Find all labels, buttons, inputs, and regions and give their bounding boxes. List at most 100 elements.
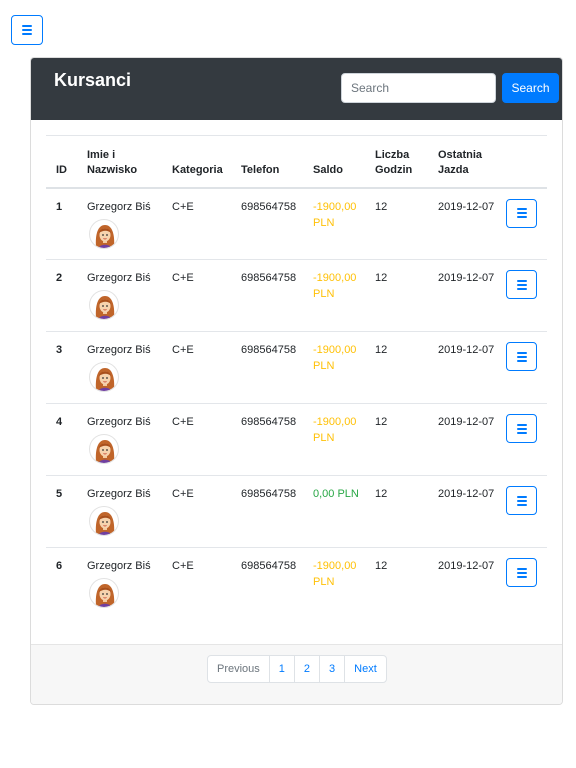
cell-hours: 12 xyxy=(365,475,428,548)
student-name: Grzegorz Biś xyxy=(87,416,151,428)
page-title: Kursanci xyxy=(54,70,132,90)
student-name: Grzegorz Biś xyxy=(87,344,151,356)
table-row: 6 Grzegorz Biś C+E 698564758 -1900,00 PL… xyxy=(46,548,547,620)
avatar xyxy=(89,290,119,320)
cell-hours: 12 xyxy=(365,187,428,260)
card-header: Kursanci Search xyxy=(31,58,562,120)
pagination: Previous 1 2 3 Next xyxy=(207,655,387,683)
row-menu-button[interactable] xyxy=(506,414,537,443)
table-row: 2 Grzegorz Biś C+E 698564758 -1900,00 PL… xyxy=(46,259,547,332)
cell-hours: 12 xyxy=(365,331,428,404)
cell-saldo: -1900,00 PLN xyxy=(313,560,357,588)
cell-last-drive: 2019-12-07 xyxy=(428,331,496,404)
cell-name: Grzegorz Biś xyxy=(77,259,162,332)
cell-hours: 12 xyxy=(365,403,428,476)
cell-last-drive: 2019-12-07 xyxy=(438,560,495,572)
student-name: Grzegorz Biś xyxy=(87,272,151,284)
table-header-row: ID Imie i Nazwisko Kategoria Telefon Sal… xyxy=(46,135,547,189)
cell-category: C+E xyxy=(162,259,231,332)
cell-saldo: -1900,00 PLN xyxy=(303,331,365,404)
cell-last-drive: 2019-12-07 xyxy=(428,187,496,260)
cell-name: Grzegorz Biś xyxy=(77,548,162,620)
table-row: 4 Grzegorz Biś C+E 698564758 -1900,00 PL… xyxy=(46,403,547,476)
cell-phone: 698564758 xyxy=(231,331,303,404)
avatar xyxy=(89,434,119,464)
cell-actions xyxy=(496,187,547,260)
hamburger-icon xyxy=(516,495,527,506)
cell-last-drive: 2019-12-07 xyxy=(428,403,496,476)
column-header-saldo: Saldo xyxy=(303,135,365,189)
row-menu-button[interactable] xyxy=(506,198,537,228)
cell-category: C+E xyxy=(162,403,231,476)
column-header-name: Imie i Nazwisko xyxy=(77,135,162,189)
cell-phone: 698564758 xyxy=(241,560,297,572)
avatar xyxy=(89,362,119,392)
table-row: 3 Grzegorz Biś C+E 698564758 -1900,00 PL… xyxy=(46,331,547,404)
cell-phone: 698564758 xyxy=(231,475,303,548)
pagination-page-1[interactable]: 1 xyxy=(268,656,294,682)
students-table: ID Imie i Nazwisko Kategoria Telefon Sal… xyxy=(46,135,547,620)
cell-phone: 698564758 xyxy=(231,187,303,260)
cell-name: Grzegorz Biś xyxy=(77,331,162,404)
pagination-page-2[interactable]: 2 xyxy=(293,656,319,682)
student-name: Grzegorz Biś xyxy=(87,200,151,213)
cell-category: C+E xyxy=(162,331,231,404)
cell-id: 3 xyxy=(46,331,77,404)
column-header-category: Kategoria xyxy=(162,135,231,189)
cell-name: Grzegorz Biś xyxy=(77,475,162,548)
cell-name: Grzegorz Biś xyxy=(77,403,162,476)
column-header-actions xyxy=(496,135,547,189)
cell-phone: 698564758 xyxy=(231,259,303,332)
cell-saldo: -1900,00 PLN xyxy=(303,259,365,332)
cell-id: 5 xyxy=(46,475,77,548)
column-header-hours: Liczba Godzin xyxy=(365,135,428,189)
cell-last-drive: 2019-12-07 xyxy=(428,259,496,332)
menu-toggle-button[interactable] xyxy=(11,15,43,45)
hamburger-icon xyxy=(516,351,527,362)
cell-actions xyxy=(496,259,547,332)
search-input[interactable] xyxy=(341,73,496,103)
cell-saldo: 0,00 PLN xyxy=(303,475,365,548)
row-menu-button[interactable] xyxy=(506,558,537,587)
avatar xyxy=(89,506,119,536)
table-row: 1 Grzegorz Biś C+E 698564758 -1900,00 PL… xyxy=(46,187,547,260)
cell-id: 6 xyxy=(56,560,63,572)
card-footer: Previous 1 2 3 Next xyxy=(31,644,562,704)
column-header-phone: Telefon xyxy=(231,135,303,189)
students-card: Kursanci Search ID Imie i Nazwisko Kateg… xyxy=(30,57,563,705)
cell-actions xyxy=(496,475,547,548)
pagination-page-3[interactable]: 3 xyxy=(319,656,344,682)
cell-last-drive: 2019-12-07 xyxy=(428,475,496,548)
cell-actions xyxy=(496,548,547,620)
student-name: Grzegorz Biś xyxy=(87,560,151,572)
cell-name: Grzegorz Biś xyxy=(77,187,162,260)
cell-saldo: -1900,00 PLN xyxy=(303,187,365,260)
row-menu-button[interactable] xyxy=(506,342,537,371)
hamburger-icon xyxy=(516,279,527,290)
cell-id: 2 xyxy=(46,259,77,332)
search-button[interactable]: Search xyxy=(502,73,559,103)
student-name: Grzegorz Biś xyxy=(87,488,151,500)
column-header-id: ID xyxy=(46,135,77,189)
column-header-last-drive: Ostatnia Jazda xyxy=(428,135,496,189)
pagination-previous[interactable]: Previous xyxy=(208,656,269,682)
hamburger-icon xyxy=(516,423,527,434)
card-body: ID Imie i Nazwisko Kategoria Telefon Sal… xyxy=(31,120,562,646)
cell-id: 1 xyxy=(46,187,77,260)
hamburger-icon xyxy=(22,25,32,35)
table-row: 5 Grzegorz Biś C+E 698564758 0,00 PLN 12… xyxy=(46,475,547,548)
cell-saldo: -1900,00 PLN xyxy=(303,403,365,476)
cell-actions xyxy=(496,403,547,476)
cell-category: C+E xyxy=(172,560,194,572)
cell-id: 4 xyxy=(46,403,77,476)
hamburger-icon xyxy=(516,567,527,578)
pagination-next[interactable]: Next xyxy=(344,656,386,682)
cell-category: C+E xyxy=(162,475,231,548)
cell-hours: 12 xyxy=(375,560,388,572)
row-menu-button[interactable] xyxy=(506,270,537,299)
cell-category: C+E xyxy=(162,187,231,260)
row-menu-button[interactable] xyxy=(506,486,537,515)
cell-hours: 12 xyxy=(365,259,428,332)
avatar xyxy=(89,578,119,608)
avatar xyxy=(89,218,119,249)
